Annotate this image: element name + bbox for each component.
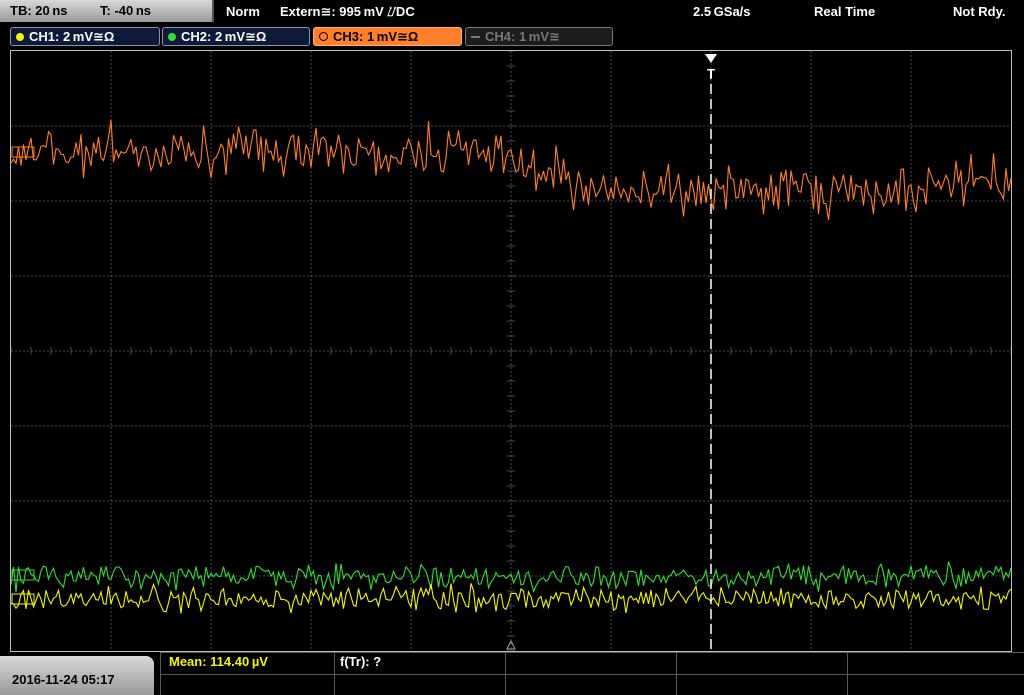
channel-2-indicator-icon (168, 33, 176, 41)
channel-3-button[interactable]: CH3: 1 mV≅Ω (313, 27, 462, 46)
measurement-divider (334, 652, 335, 695)
measurement-divider (847, 652, 848, 695)
measurement-divider (160, 652, 161, 695)
top-status-bar: TB: 20 ns T: -40 ns Norm Extern≅: 995 mV… (0, 0, 1024, 24)
channel-4-button[interactable]: CH4: 1 mV≅ (465, 27, 613, 46)
mean-measurement[interactable]: Mean: 114.40 µV (169, 654, 268, 669)
measurement-divider (160, 652, 1024, 653)
trigger-mode[interactable]: Norm (226, 0, 260, 22)
trigger-time-value: T: -40 ns (100, 3, 152, 18)
trigger-source[interactable]: Extern≅: 995 mV ⌰DC (280, 0, 415, 22)
channel-1-label: CH1: 2 mV≅Ω (29, 29, 115, 44)
channel-2-button[interactable]: CH2: 2 mV≅Ω (162, 27, 310, 46)
measurement-divider (505, 652, 506, 695)
timebase-value: TB: 20 ns (10, 3, 68, 18)
channel-bar: CH1: 2 mV≅Ω CH2: 2 mV≅Ω CH3: 1 mV≅Ω CH4:… (0, 24, 1024, 50)
channel-1-indicator-icon (16, 33, 24, 41)
trigger-marker-label: T (707, 66, 715, 81)
channel-4-label: CH4: 1 mV≅ (485, 29, 560, 44)
trigger-position-arrow-icon[interactable] (705, 54, 717, 63)
graticule (11, 51, 1011, 651)
waveform-display[interactable]: T (10, 50, 1012, 652)
waveform-canvas: T (11, 51, 1011, 651)
measurement-divider (160, 674, 1024, 675)
channel-3-indicator-icon (319, 32, 328, 41)
channel-offset-markers (11, 146, 516, 650)
acquisition-status: Not Rdy. (953, 4, 1006, 19)
timebase-panel[interactable]: TB: 20 ns T: -40 ns (0, 0, 214, 22)
acquisition-mode: Real Time (814, 4, 876, 19)
sample-rate: 2.5 GSa/s (693, 4, 751, 19)
channel-4-off-icon (471, 36, 480, 38)
measurement-divider (676, 652, 677, 695)
rise-frequency-measurement[interactable]: f(Tr): ? (340, 654, 381, 669)
channel-3-label: CH3: 1 mV≅Ω (333, 29, 419, 44)
channel-1-button[interactable]: CH1: 2 mV≅Ω (10, 27, 160, 46)
channel-2-label: CH2: 2 mV≅Ω (181, 29, 267, 44)
datetime-value: 2016-11-24 05:17 (12, 672, 115, 687)
datetime-panel: 2016-11-24 05:17 (0, 656, 154, 695)
